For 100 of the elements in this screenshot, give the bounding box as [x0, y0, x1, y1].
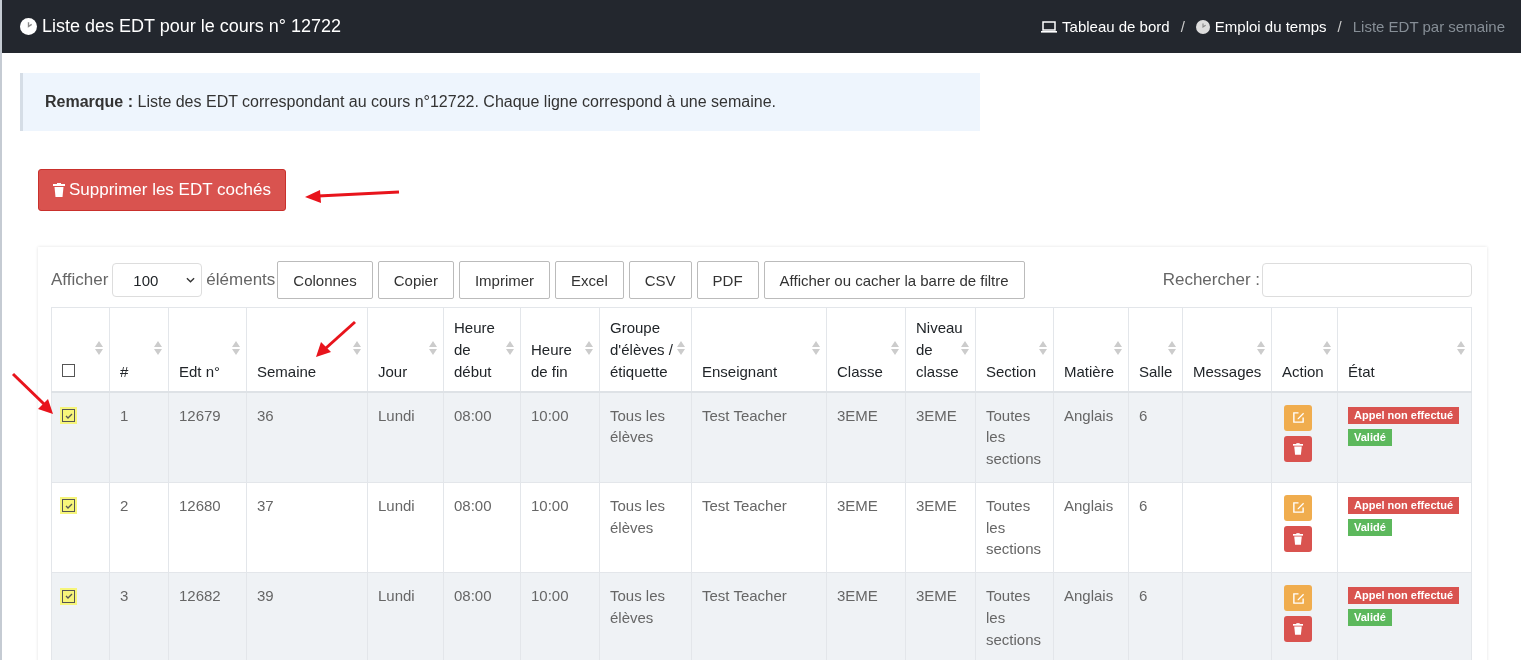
column-header[interactable]: Jour: [367, 307, 444, 392]
sort-icon: [1323, 340, 1331, 356]
table-cell-text: 1: [120, 405, 129, 426]
table-cell-text: Lundi: [378, 586, 415, 606]
table-cell-text: 10:00: [531, 495, 569, 516]
column-header[interactable]: #: [109, 307, 169, 392]
table-cell-text: 3: [120, 586, 129, 606]
table-cell-text: Tous les élèves: [610, 405, 667, 448]
sort-icon: [891, 340, 899, 356]
table-cell-text: Tous les élèves: [610, 586, 667, 628]
sort-icon: [961, 340, 969, 356]
sort-icon: [812, 340, 820, 356]
sort-icon: [585, 340, 593, 356]
toolbar-button[interactable]: Copier: [377, 261, 454, 299]
sort-icon: [506, 340, 514, 356]
search-label: Rechercher :: [1162, 270, 1260, 290]
status-badge: Validé: [1348, 609, 1392, 627]
sort-icon: [429, 340, 437, 356]
sort-icon: [1039, 340, 1047, 356]
toolbar-button[interactable]: Imprimer: [458, 261, 551, 299]
toolbar-button[interactable]: CSV: [628, 261, 692, 299]
table-cell-text: 10:00: [531, 405, 569, 426]
table-cell-text: 6: [1139, 405, 1148, 426]
table-cell-text: Anglais: [1064, 495, 1114, 516]
sort-icon: [1457, 340, 1465, 356]
trash-icon: [1293, 442, 1303, 455]
column-header[interactable]: État: [1337, 307, 1472, 392]
trash-icon: [53, 183, 65, 197]
delete-checked-button[interactable]: Supprimer les EDT cochés: [38, 169, 286, 211]
status-badge: Validé: [1348, 428, 1392, 446]
table-cell-text: 3EME: [916, 495, 957, 516]
sort-icon: [353, 340, 361, 356]
column-header[interactable]: Groupe d'élèves / étiquette: [599, 307, 692, 392]
column-header[interactable]: Classe: [826, 307, 906, 392]
table-cell-text: 08:00: [454, 405, 492, 426]
table-cell-text: Toutes les sections: [986, 405, 1043, 469]
toolbar-button[interactable]: PDF: [696, 261, 759, 299]
status-badge: Appel non effectué: [1348, 406, 1459, 424]
row-checkbox[interactable]: [62, 409, 75, 422]
table-cell-text: 3EME: [916, 586, 957, 606]
edit-icon: [1291, 501, 1305, 515]
breadcrumb-current: Liste EDT par semaine: [1352, 18, 1505, 35]
sort-icon: [1257, 340, 1265, 356]
column-header[interactable]: Edt n°: [168, 307, 247, 392]
column-header[interactable]: Messages: [1182, 307, 1272, 392]
column-header[interactable]: Enseignant: [691, 307, 827, 392]
column-header[interactable]: Salle: [1128, 307, 1183, 392]
delete-button[interactable]: [1284, 525, 1312, 552]
table-cell-text: 12679: [179, 405, 221, 426]
table-cell-text: Toutes les sections: [986, 495, 1043, 560]
page-size-select[interactable]: 100: [112, 263, 203, 297]
status-badge: Validé: [1348, 518, 1392, 537]
table-cell-text: 36: [257, 405, 274, 426]
breadcrumb-link[interactable]: Emploi du temps: [1214, 18, 1327, 35]
page-title: Liste des EDT pour le cours n° 12722: [42, 16, 342, 37]
search-field[interactable]: [1262, 263, 1472, 297]
row-checkbox[interactable]: [62, 499, 75, 513]
toolbar-button[interactable]: Excel: [555, 261, 624, 299]
table-cell-text: Lundi: [378, 405, 415, 426]
annotation-arrow: [316, 320, 356, 357]
row-checkbox[interactable]: [62, 589, 75, 603]
breadcrumb-link[interactable]: Tableau de bord: [1062, 18, 1170, 35]
select-all-checkbox[interactable]: [62, 363, 75, 377]
table-cell-text: 3EME: [837, 586, 878, 606]
delete-button[interactable]: [1284, 616, 1312, 642]
table-cell-text: Toutes les sections: [986, 586, 1043, 650]
sort-icon: [1114, 340, 1122, 356]
table-cell-text: 3EME: [837, 495, 878, 516]
table-cell-text: 08:00: [454, 586, 492, 606]
column-header[interactable]: Section: [975, 307, 1054, 392]
table-cell-text: 10:00: [531, 586, 569, 606]
column-header[interactable]: Action: [1271, 307, 1338, 392]
toolbar-button[interactable]: Colonnes: [277, 261, 373, 299]
table-cell-text: Test Teacher: [702, 586, 787, 606]
status-badge: Appel non effectué: [1348, 496, 1459, 514]
trash-icon: [1293, 532, 1303, 545]
status-badge: Appel non effectué: [1348, 587, 1459, 605]
column-header[interactable]: Matière: [1053, 307, 1129, 392]
table-cell-text: Lundi: [378, 495, 415, 516]
sort-icon: [154, 340, 162, 356]
laptop-icon: [1041, 20, 1058, 33]
column-header[interactable]: Heure de début: [443, 307, 521, 392]
table-cell-text: 12682: [179, 586, 221, 606]
entries-label: éléments: [206, 270, 276, 290]
checkmark-icon: [63, 591, 74, 601]
delete-button[interactable]: [1284, 435, 1312, 462]
breadcrumb-separator: /: [1337, 18, 1342, 35]
table-cell-text: 3EME: [916, 405, 957, 426]
sort-icon: [232, 340, 240, 356]
column-header[interactable]: Heure de fin: [520, 307, 600, 392]
toolbar-button[interactable]: Afficher ou cacher la barre de filtre: [763, 261, 1025, 299]
breadcrumb-separator: /: [1180, 18, 1185, 35]
chevron-down-icon: [186, 277, 196, 283]
edit-icon: [1291, 591, 1305, 605]
column-header[interactable]: Niveau de classe: [905, 307, 976, 392]
table-cell-text: 08:00: [454, 495, 492, 516]
table-cell-text: 37: [257, 495, 274, 516]
table-cell-text: 3EME: [837, 405, 878, 426]
table-cell-text: Test Teacher: [702, 405, 787, 426]
edit-icon: [1291, 411, 1305, 424]
